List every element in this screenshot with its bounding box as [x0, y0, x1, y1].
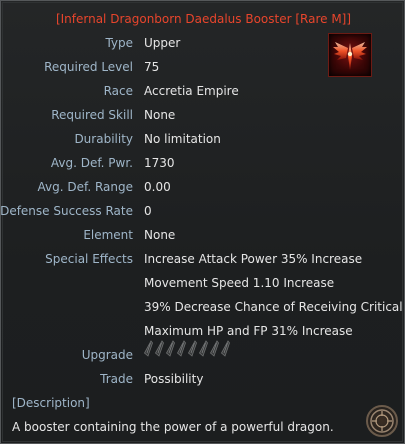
trade-row: Trade Possibility: [1, 372, 405, 392]
special-effects-row: Special Effects Increase Attack Power 35…: [1, 252, 405, 272]
stat-value: 75: [144, 60, 160, 74]
stat-value: 0.00: [144, 180, 171, 194]
upgrade-slots: [143, 340, 232, 362]
description-label: [Description]: [12, 396, 90, 410]
stat-value: Upper: [144, 36, 181, 50]
stat-row-required-level: Required Level 75: [1, 60, 405, 80]
trade-label: Trade: [100, 372, 133, 386]
item-tooltip: [Infernal Dragonborn Daedalus Booster [R…: [0, 0, 405, 444]
special-effects-label: Special Effects: [45, 252, 133, 266]
stat-label: Avg. Def. Range: [37, 180, 134, 194]
empty-upgrade-slot-icon: [176, 340, 186, 357]
stat-row-race: Race Accretia Empire: [1, 84, 405, 104]
stat-value: Accretia Empire: [144, 84, 239, 98]
stat-row-required-skill: Required Skill None: [1, 108, 405, 128]
stat-label: Defense Success Rate: [0, 204, 133, 218]
stat-label: Required Level: [44, 60, 133, 74]
stat-value: None: [144, 108, 176, 122]
stat-label: Avg. Def. Pwr.: [50, 156, 133, 170]
empty-upgrade-slot-icon: [165, 340, 175, 357]
special-effect-line: Maximum HP and FP 31% Increase: [144, 324, 353, 338]
stat-label: Durability: [74, 132, 133, 146]
stat-row-defense-success-rate: Defense Success Rate 0: [0, 204, 405, 224]
stat-row-avg-def-range: Avg. Def. Range 0.00: [1, 180, 405, 200]
empty-upgrade-slot-icon: [187, 340, 197, 357]
special-effect-line: 39% Decrease Chance of Receiving Critica…: [144, 300, 405, 314]
special-effects-row: Movement Speed 1.10 Increase: [1, 276, 405, 296]
stat-label: Race: [103, 84, 133, 98]
description-text: A booster containing the power of a powe…: [12, 420, 334, 434]
stat-label: Type: [105, 36, 133, 50]
stat-value: None: [144, 228, 176, 242]
stat-row-element: Element None: [1, 228, 405, 248]
stat-label: Required Skill: [51, 108, 133, 122]
empty-upgrade-slot-icon: [209, 340, 219, 357]
stat-row-type: Type Upper: [1, 36, 405, 56]
empty-upgrade-slot-icon: [154, 340, 164, 357]
stat-value: 1730: [144, 156, 175, 170]
special-effect-line: Movement Speed 1.10 Increase: [144, 276, 335, 290]
special-effect-line: Increase Attack Power 35% Increase: [144, 252, 363, 266]
stat-label: Element: [83, 228, 133, 242]
special-effects-row: 39% Decrease Chance of Receiving Critica…: [1, 300, 405, 320]
empty-upgrade-slot-icon: [198, 340, 208, 357]
empty-upgrade-slot-icon: [220, 340, 230, 357]
item-name: [Infernal Dragonborn Daedalus Booster [R…: [55, 12, 352, 26]
trade-value: Possibility: [144, 372, 204, 386]
empty-upgrade-slot-icon: [143, 340, 153, 357]
stat-value: 0: [144, 204, 152, 218]
stat-value: No limitation: [144, 132, 221, 146]
stat-row-durability: Durability No limitation: [1, 132, 405, 152]
race-emblem-icon: [366, 405, 398, 437]
upgrade-label: Upgrade: [81, 348, 133, 362]
stat-row-avg-def-pwr: Avg. Def. Pwr. 1730: [1, 156, 405, 176]
